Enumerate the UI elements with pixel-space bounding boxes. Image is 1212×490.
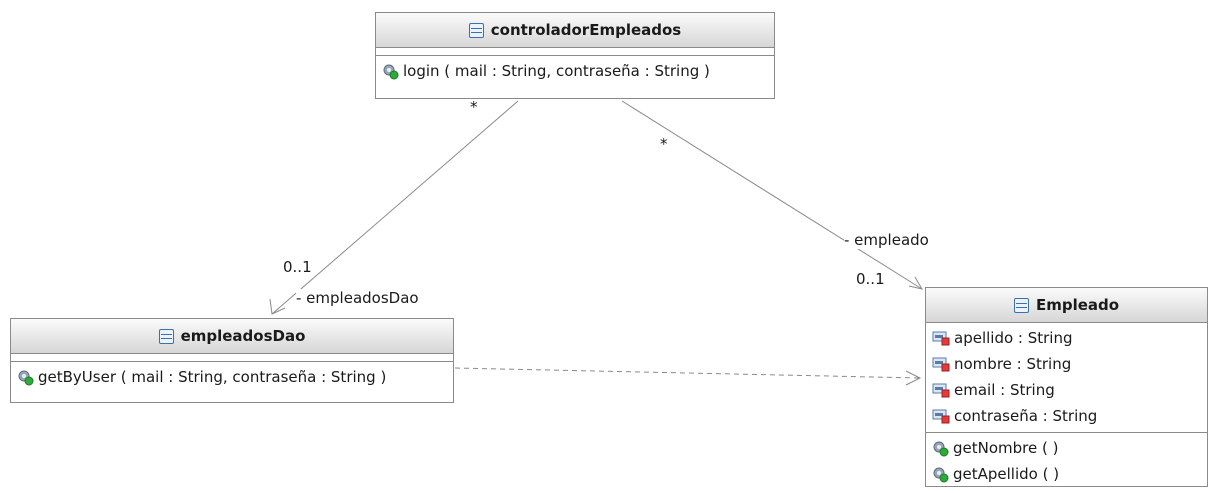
multiplicity-target-dao: 0..1 bbox=[283, 258, 312, 276]
operation-row[interactable]: getByUser ( mail : String, contraseña : … bbox=[17, 364, 447, 390]
navigable-arrowhead-dao bbox=[269, 298, 286, 315]
attribute-row[interactable]: contraseña : String bbox=[932, 403, 1201, 429]
class-icon bbox=[158, 328, 174, 344]
navigable-arrowhead-empleado bbox=[908, 276, 924, 290]
operation-signature: login ( mail : String, contraseña : Stri… bbox=[403, 62, 710, 80]
attributes-compartment bbox=[11, 354, 453, 362]
private-attribute-icon bbox=[932, 331, 950, 346]
public-operation-icon bbox=[933, 441, 949, 456]
attribute-row[interactable]: email : String bbox=[932, 377, 1201, 403]
public-operation-icon bbox=[383, 64, 399, 79]
dependency-arrowhead bbox=[905, 370, 922, 386]
class-empleadosDao[interactable]: empleadosDao getByUser ( mail : String, … bbox=[10, 318, 454, 403]
association-line-controlador-dao[interactable] bbox=[271, 100, 519, 315]
operation-signature: getByUser ( mail : String, contraseña : … bbox=[38, 368, 387, 386]
class-header: Empleado bbox=[926, 288, 1207, 323]
class-name: empleadosDao bbox=[180, 327, 306, 345]
association-line-controlador-empleado[interactable] bbox=[621, 100, 923, 290]
operation-row[interactable]: login ( mail : String, contraseña : Stri… bbox=[382, 58, 768, 84]
operation-signature: getNombre ( ) bbox=[953, 439, 1059, 457]
attribute-text: contraseña : String bbox=[954, 407, 1098, 425]
private-attribute-icon bbox=[932, 409, 950, 424]
class-header: controladorEmpleados bbox=[376, 13, 774, 48]
dependency-line-dao-empleado[interactable] bbox=[454, 367, 921, 379]
class-name: controladorEmpleados bbox=[490, 21, 682, 39]
class-header: empleadosDao bbox=[11, 319, 453, 354]
attribute-text: email : String bbox=[954, 381, 1055, 399]
operations-compartment: getByUser ( mail : String, contraseña : … bbox=[11, 362, 453, 393]
operation-signature: getApellido ( ) bbox=[953, 465, 1060, 483]
attribute-text: apellido : String bbox=[954, 329, 1073, 347]
attributes-compartment bbox=[376, 48, 774, 56]
operation-row[interactable]: getNombre ( ) bbox=[932, 435, 1201, 461]
class-icon bbox=[468, 22, 484, 38]
attribute-row[interactable]: apellido : String bbox=[932, 325, 1201, 351]
attribute-text: nombre : String bbox=[954, 355, 1072, 373]
class-controladorEmpleados[interactable]: controladorEmpleados login ( mail : Stri… bbox=[375, 12, 775, 99]
operation-row[interactable]: getApellido ( ) bbox=[932, 461, 1201, 487]
private-attribute-icon bbox=[932, 383, 950, 398]
class-name: Empleado bbox=[1035, 296, 1120, 314]
multiplicity-source-dao: * bbox=[470, 98, 478, 116]
class-Empleado[interactable]: Empleado apellido : String nombre : Stri… bbox=[925, 287, 1208, 487]
public-operation-icon bbox=[18, 370, 34, 385]
multiplicity-source-empleado: * bbox=[660, 135, 668, 153]
role-label-empleado: - empleado bbox=[844, 231, 929, 249]
operations-compartment: login ( mail : String, contraseña : Stri… bbox=[376, 56, 774, 87]
attributes-compartment: apellido : String nombre : String email … bbox=[926, 323, 1207, 433]
multiplicity-target-empleado: 0..1 bbox=[856, 270, 885, 288]
role-label-empleadosDao: - empleadosDao bbox=[296, 289, 419, 307]
operations-compartment: getNombre ( ) getApellido ( ) bbox=[926, 433, 1207, 490]
attribute-row[interactable]: nombre : String bbox=[932, 351, 1201, 377]
private-attribute-icon bbox=[932, 357, 950, 372]
uml-class-diagram: * 0..1 - empleadosDao * - empleado 0..1 … bbox=[0, 0, 1212, 487]
class-icon bbox=[1013, 297, 1029, 313]
